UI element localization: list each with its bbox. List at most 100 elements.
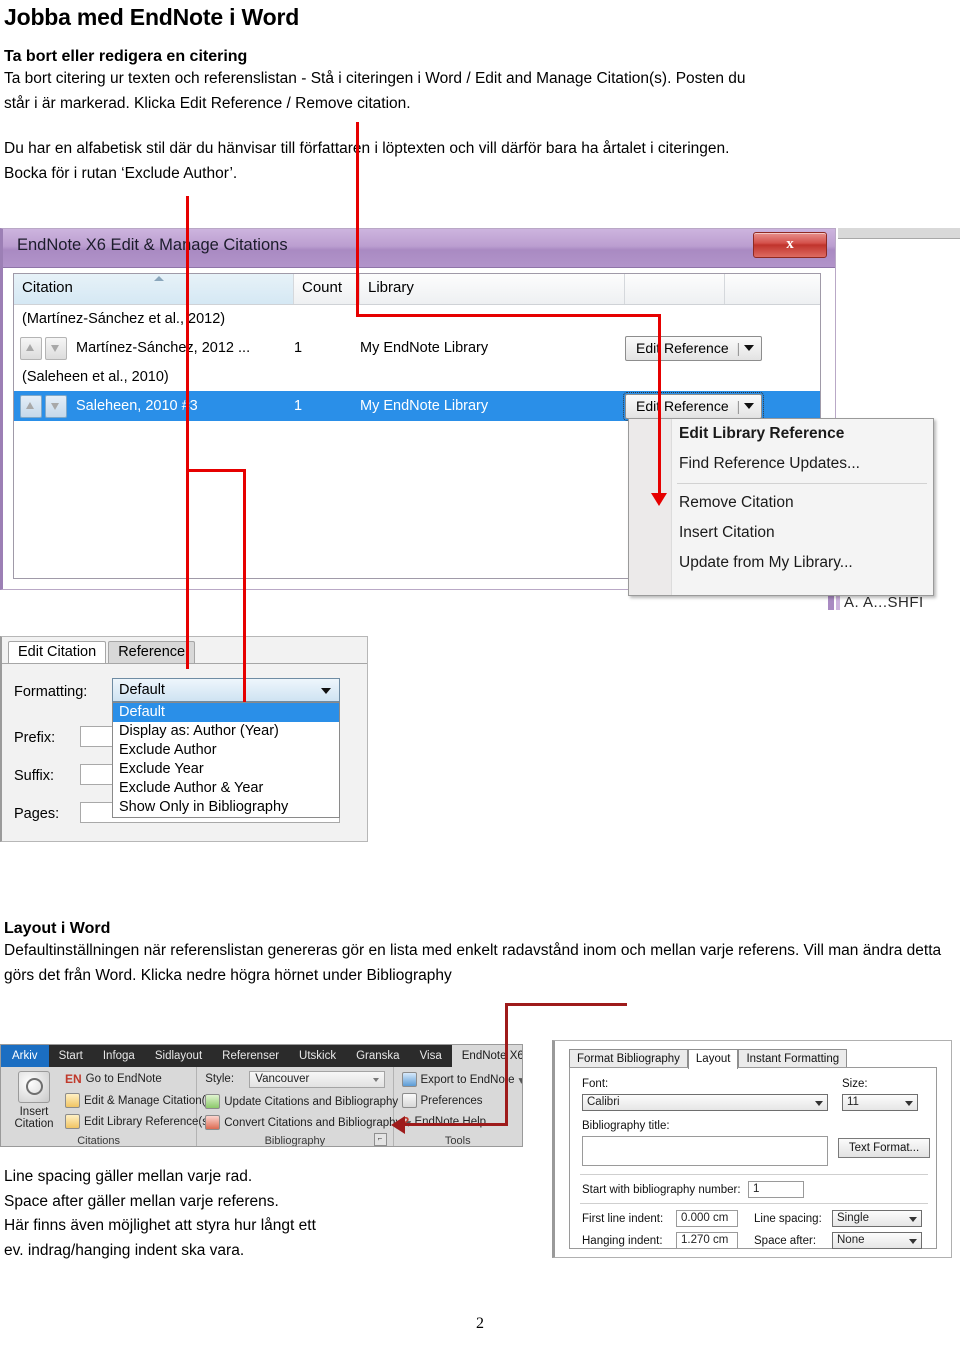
endnote-dialog-title: EndNote X6 Edit & Manage Citations [17, 236, 288, 254]
citation-group-row[interactable]: (Martínez-Sánchez et al., 2012) [14, 305, 820, 333]
text-format-button[interactable]: Text Format... [838, 1138, 930, 1158]
tab-sidlayout[interactable]: Sidlayout [145, 1045, 212, 1067]
chevron-down-icon[interactable] [815, 1101, 823, 1106]
start-bibliography-number-input[interactable]: 1 [748, 1181, 804, 1198]
close-icon[interactable]: x [753, 232, 827, 258]
chevron-down-icon[interactable] [905, 1101, 913, 1106]
font-select[interactable]: Calibri [582, 1094, 828, 1111]
chevron-down-icon[interactable]: ▾ [518, 1073, 522, 1087]
go-to-endnote-label: Go to EndNote [85, 1073, 162, 1085]
chevron-down-icon[interactable] [321, 688, 331, 694]
insert-citation-label-line2: Citation [14, 1118, 54, 1130]
option-exclude-year[interactable]: Exclude Year [113, 760, 339, 779]
menu-item-remove-citation[interactable]: Remove Citation [629, 488, 933, 518]
style-select[interactable]: Vancouver [249, 1071, 386, 1088]
tab-reference[interactable]: Reference [108, 641, 196, 664]
prefix-label: Prefix: [14, 730, 56, 746]
font-label: Font: [582, 1078, 609, 1090]
menu-item-update-from-my-library[interactable]: Update from My Library... [629, 548, 933, 578]
bibliography-title-input[interactable] [582, 1136, 828, 1166]
tab-arkiv[interactable]: Arkiv [1, 1045, 49, 1067]
divider: | [736, 340, 741, 356]
insert-citation-button[interactable]: Insert Citation [7, 1071, 61, 1130]
option-exclude-author[interactable]: Exclude Author [113, 741, 339, 760]
edit-citation-panel: Edit Citation Reference Formatting: Pref… [0, 636, 368, 842]
citation-group-row[interactable]: (Saleheen et al., 2010) [14, 363, 820, 391]
option-exclude-author-and-year[interactable]: Exclude Author & Year [113, 779, 339, 798]
move-up-icon[interactable] [20, 336, 42, 360]
preferences-button[interactable]: Preferences [401, 1093, 483, 1108]
edit-manage-citations-button[interactable]: Edit & Manage Citation(s) [65, 1093, 215, 1108]
tab-edit-citation[interactable]: Edit Citation [8, 641, 107, 664]
table-row[interactable]: Martínez-Sánchez, 2012 ... 1 My EndNote … [14, 333, 820, 363]
endnote-help-button[interactable]: ? EndNote Help [402, 1114, 487, 1129]
option-display-as-author-year[interactable]: Display as: Author (Year) [113, 722, 339, 741]
column-header-citation[interactable]: Citation [14, 274, 294, 304]
tab-granska[interactable]: Granska [346, 1045, 409, 1067]
line-spacing-select[interactable]: Single [832, 1210, 922, 1227]
move-down-icon[interactable] [45, 336, 67, 360]
bibliography-dialog-launcher-icon[interactable]: ⌐ [373, 1133, 387, 1146]
update-citations-bibliography-button[interactable]: Update Citations and Bibliography [205, 1094, 398, 1109]
formatting-select[interactable]: Default [112, 678, 340, 702]
column-header-count[interactable]: Count [294, 274, 360, 304]
insert-citation-label-line1: Insert [19, 1106, 49, 1118]
move-down-icon[interactable] [45, 394, 67, 418]
font-selected-value: Calibri [587, 1096, 620, 1108]
scrollbar-track [836, 594, 840, 610]
ribbon-group-bibliography: Style: Vancouver Update Citations and Bi… [197, 1067, 411, 1147]
update-citations-label: Update Citations and Bibliography [224, 1095, 399, 1108]
citation-cell: Martínez-Sánchez, 2012 ... [14, 336, 294, 360]
tab-endnote[interactable]: EndNote X6 [451, 1045, 522, 1067]
chevron-down-icon[interactable] [909, 1239, 917, 1244]
line-spacing-label: Line spacing: [754, 1213, 822, 1225]
size-selected-value: 11 [847, 1096, 859, 1108]
chevron-down-icon[interactable] [373, 1078, 380, 1082]
column-header-library[interactable]: Library [360, 274, 625, 304]
tab-layout[interactable]: Layout [687, 1049, 739, 1069]
chevron-down-icon[interactable] [744, 403, 755, 409]
menu-item-edit-library-reference[interactable]: Edit Library Reference [629, 419, 933, 449]
move-up-icon[interactable] [20, 394, 42, 418]
hanging-indent-input[interactable]: 1.270 cm [676, 1232, 738, 1249]
tab-format-bibliography[interactable]: Format Bibliography [569, 1049, 688, 1069]
tab-infoga[interactable]: Infoga [93, 1045, 145, 1067]
chevron-down-icon[interactable] [744, 345, 755, 351]
option-default[interactable]: Default [113, 703, 339, 722]
first-line-indent-input[interactable]: 0.000 cm [676, 1210, 738, 1227]
preferences-label: Preferences [420, 1094, 483, 1107]
column-header-extra-two[interactable] [725, 274, 820, 304]
tab-utskick[interactable]: Utskick [289, 1045, 346, 1067]
explanation-line: Line spacing gäller mellan varje rad. [4, 1168, 253, 1185]
space-after-select[interactable]: None [832, 1232, 922, 1249]
tab-start[interactable]: Start [49, 1045, 93, 1067]
edit-reference-cell: Edit Reference | [625, 335, 805, 361]
size-select[interactable]: 11 [842, 1094, 918, 1111]
space-after-selected-value: None [837, 1234, 865, 1246]
edit-library-reference-button[interactable]: Edit Library Reference(s) [65, 1114, 212, 1129]
ribbon-group-bibliography-title: Bibliography [264, 1135, 326, 1147]
column-header-extra-one[interactable] [625, 274, 725, 304]
document-page: Jobba med EndNote i Word Ta bort eller r… [0, 0, 960, 1348]
table-row[interactable]: Saleheen, 2010 #3 1 My EndNote Library E… [14, 391, 820, 421]
edit-reference-button[interactable]: Edit Reference | [622, 391, 765, 421]
tab-instant-formatting[interactable]: Instant Formatting [738, 1049, 848, 1069]
hanging-indent-label: Hanging indent: [582, 1235, 663, 1247]
count-cell: 1 [294, 340, 303, 356]
edit-reference-button[interactable]: Edit Reference | [625, 335, 763, 361]
tab-referenser[interactable]: Referenser [212, 1045, 289, 1067]
tab-visa[interactable]: Visa [410, 1045, 452, 1067]
formatting-label: Formatting: [14, 684, 88, 700]
edit-library-reference-label: Edit Library Reference(s) [84, 1115, 212, 1128]
annotation-line-vertical-right [356, 122, 359, 314]
formatting-dropdown-list[interactable]: Default Display as: Author (Year) Exclud… [112, 702, 340, 818]
column-header-label: Citation [22, 279, 73, 296]
menu-item-find-reference-updates[interactable]: Find Reference Updates... [629, 449, 933, 479]
go-to-endnote-button[interactable]: EN Go to EndNote [65, 1072, 162, 1086]
chevron-down-icon[interactable] [909, 1217, 917, 1222]
convert-citations-bibliography-button[interactable]: Convert Citations and Bibliography ▾ [205, 1115, 411, 1130]
option-show-only-in-bibliography[interactable]: Show Only in Bibliography [113, 798, 339, 817]
background-window-label: A. A...SHFI [828, 594, 960, 616]
paragraph-line: Defaultinställningen när referenslistan … [4, 942, 734, 959]
menu-item-insert-citation[interactable]: Insert Citation [629, 518, 933, 548]
